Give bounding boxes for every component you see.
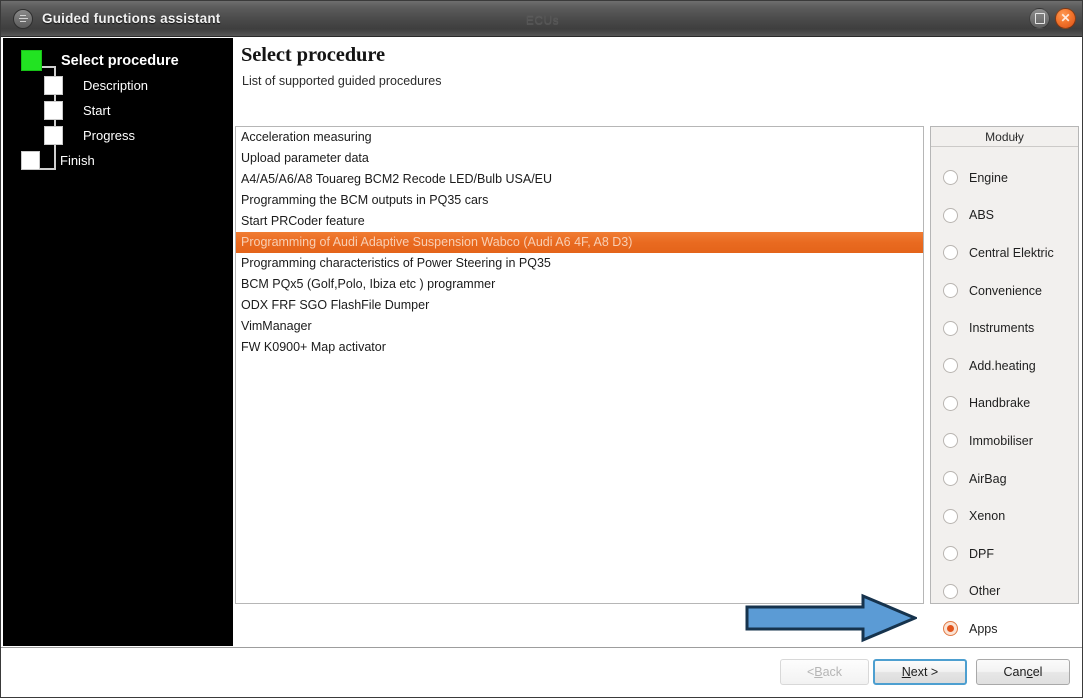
module-label: Other: [969, 584, 1001, 599]
radio-icon[interactable]: [943, 583, 958, 599]
module-radio-handbrake[interactable]: Handbrake: [931, 385, 1078, 423]
sidebar-step-label: Finish: [60, 153, 95, 168]
radio-icon[interactable]: [943, 170, 958, 186]
page-subtitle: List of supported guided procedures: [242, 74, 442, 88]
module-label: ABS: [969, 208, 995, 223]
module-radio-central-elektric[interactable]: Central Elektric: [931, 234, 1078, 272]
sidebar-step-finish[interactable]: Finish: [3, 148, 233, 173]
radio-icon[interactable]: [943, 245, 958, 261]
radio-icon[interactable]: [943, 508, 958, 524]
guided-functions-window: Guided functions assistant ECUs ✕ Select…: [0, 0, 1083, 698]
sidebar-step-label: Progress: [83, 128, 136, 143]
module-radio-other[interactable]: Other: [931, 573, 1078, 611]
list-item[interactable]: VimManager: [236, 316, 923, 337]
back-prefix: <: [806, 665, 815, 679]
list-item[interactable]: Upload parameter data: [236, 148, 923, 169]
module-radio-instruments[interactable]: Instruments: [931, 309, 1078, 347]
list-item[interactable]: FW K0900+ Map activator: [236, 337, 923, 358]
maximize-icon[interactable]: [1029, 8, 1050, 29]
menu-circle-icon[interactable]: [13, 8, 33, 29]
module-radio-airbag[interactable]: AirBag: [931, 460, 1078, 498]
radio-icon[interactable]: [943, 471, 958, 487]
module-label: Handbrake: [969, 396, 1031, 411]
step-marker-active: [21, 50, 42, 71]
wizard-sidebar: Select procedure Description Start Progr…: [3, 38, 233, 646]
module-radio-convenience[interactable]: Convenience: [931, 272, 1078, 310]
close-icon[interactable]: ✕: [1055, 8, 1076, 29]
modules-header: Moduły: [931, 127, 1078, 147]
list-item[interactable]: Programming characteristics of Power Ste…: [236, 253, 923, 274]
sidebar-step-description[interactable]: Description: [3, 73, 233, 98]
step-marker: [44, 76, 63, 95]
list-item[interactable]: BCM PQx5 (Golf,Polo, Ibiza etc ) program…: [236, 274, 923, 295]
window-titlebar: Guided functions assistant ECUs ✕: [1, 1, 1082, 37]
module-label: Engine: [969, 170, 1008, 185]
cancel-prefix: Can: [1003, 665, 1027, 679]
wizard-button-bar: < Back Next > Can c el: [1, 647, 1082, 697]
radio-icon[interactable]: [943, 395, 958, 411]
back-accel: B: [814, 665, 823, 679]
list-item[interactable]: A4/A5/A6/A8 Touareg BCM2 Recode LED/Bulb…: [236, 169, 923, 190]
module-radio-add-heating[interactable]: Add.heating: [931, 347, 1078, 385]
list-item[interactable]: ODX FRF SGO FlashFile Dumper: [236, 295, 923, 316]
sidebar-step-label: Select procedure: [61, 52, 179, 69]
module-label: Add.heating: [969, 358, 1036, 373]
radio-icon[interactable]: [943, 320, 958, 336]
module-radio-abs[interactable]: ABS: [931, 197, 1078, 235]
radio-icon[interactable]: [943, 283, 958, 299]
module-radio-engine[interactable]: Engine: [931, 159, 1078, 197]
list-item[interactable]: Programming the BCM outputs in PQ35 cars: [236, 190, 923, 211]
list-item-selected[interactable]: Programming of Audi Adaptive Suspension …: [236, 232, 923, 253]
module-radio-dpf[interactable]: DPF: [931, 535, 1078, 573]
back-suffix: ack: [822, 665, 843, 679]
radio-icon[interactable]: [943, 546, 958, 562]
page-title: Select procedure: [241, 44, 385, 66]
next-suffix: ext >: [910, 665, 939, 679]
next-button[interactable]: Next >: [873, 659, 967, 685]
wizard-step-list: Select procedure Description Start Progr…: [3, 38, 233, 173]
module-label: Apps: [969, 621, 998, 636]
step-marker: [21, 151, 40, 170]
module-radio-immobiliser[interactable]: Immobiliser: [931, 422, 1078, 460]
procedure-list[interactable]: Acceleration measuring Upload parameter …: [235, 126, 924, 604]
radio-icon[interactable]: [943, 358, 958, 374]
sidebar-step-progress[interactable]: Progress: [3, 123, 233, 148]
step-connector-bottom: [39, 168, 56, 170]
sidebar-step-select-procedure[interactable]: Select procedure: [3, 48, 233, 73]
module-label: Central Elektric: [969, 245, 1054, 260]
step-marker: [44, 126, 63, 145]
list-item[interactable]: Acceleration measuring: [236, 127, 923, 148]
cancel-button[interactable]: Can c el: [976, 659, 1070, 685]
module-label: Instruments: [969, 321, 1035, 336]
back-button[interactable]: < Back: [780, 659, 869, 685]
next-accel: N: [901, 665, 911, 679]
modules-radio-group[interactable]: Engine ABS Central Elektric Convenience …: [931, 147, 1078, 648]
radio-icon[interactable]: [943, 433, 958, 449]
window-controls: ✕: [1029, 8, 1076, 29]
module-radio-xenon[interactable]: Xenon: [931, 497, 1078, 535]
radio-icon[interactable]: [943, 207, 958, 223]
sidebar-step-start[interactable]: Start: [3, 98, 233, 123]
window-title: Guided functions assistant: [42, 11, 221, 26]
main-content: Select procedure List of supported guide…: [233, 38, 1082, 646]
module-label: Xenon: [969, 509, 1006, 524]
module-label: Convenience: [969, 283, 1042, 298]
module-label: AirBag: [969, 471, 1007, 486]
step-marker: [44, 101, 63, 120]
close-glyph: ✕: [1060, 11, 1071, 25]
modules-panel: Moduły Engine ABS Central Elektric Conve…: [930, 126, 1079, 637]
module-label: DPF: [969, 546, 994, 561]
sidebar-step-label: Start: [83, 103, 111, 118]
radio-icon-selected[interactable]: [943, 621, 958, 637]
sidebar-step-label: Description: [83, 78, 149, 93]
module-radio-apps[interactable]: Apps: [931, 610, 1078, 648]
module-label: Immobiliser: [969, 433, 1033, 448]
list-item[interactable]: Start PRCoder feature: [236, 211, 923, 232]
cancel-suffix: el: [1032, 665, 1043, 679]
